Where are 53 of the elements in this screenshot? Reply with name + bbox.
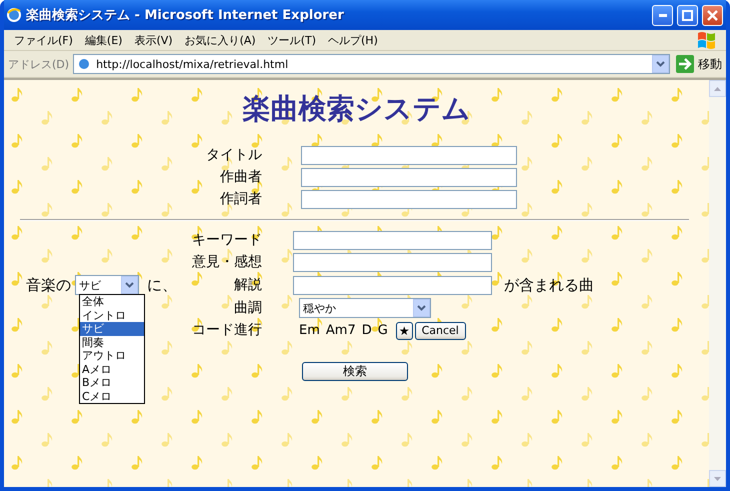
maximize-button[interactable]	[677, 4, 698, 26]
close-icon	[707, 10, 718, 20]
field-label: タイトル	[205, 146, 262, 165]
browser-icon	[6, 7, 22, 23]
cancel-button[interactable]: Cancel	[414, 322, 466, 340]
menu-item[interactable]: ファイル(F)	[8, 32, 79, 48]
dropdown-button[interactable]	[652, 55, 669, 73]
windows-logo-icon	[696, 30, 718, 50]
chord-name: Am7	[326, 323, 356, 338]
chord-name: D	[362, 323, 372, 338]
part-suffix: に、	[147, 276, 177, 294]
scroll-up-button[interactable]	[709, 80, 726, 97]
part-select[interactable]: サビ	[75, 275, 139, 295]
field-label: 意見・感想	[191, 253, 262, 272]
minimize-button[interactable]	[652, 4, 673, 26]
contains-text: が含まれる曲	[504, 276, 595, 294]
chord-name: G	[378, 323, 388, 338]
text-field[interactable]	[301, 190, 517, 209]
field-label: 解説	[233, 276, 262, 294]
field-label: コード進行	[191, 321, 262, 340]
menu-item[interactable]: ツール(T)	[262, 32, 322, 48]
page-heading: 楽曲検索システム	[242, 91, 472, 127]
menu-item[interactable]: お気に入り(A)	[178, 32, 262, 48]
minimize-icon	[658, 14, 666, 16]
menu-item[interactable]: ヘルプ(H)	[322, 32, 384, 48]
close-button[interactable]	[702, 4, 723, 26]
field-label: 曲調	[233, 298, 262, 318]
scroll-down-button[interactable]	[709, 470, 726, 487]
scrollbar[interactable]	[709, 80, 726, 487]
field-label: 作詞者	[219, 190, 262, 209]
go-button[interactable]: 移動	[674, 55, 724, 73]
address-field[interactable]: http://localhost/mixa/retrieval.html	[73, 54, 670, 74]
chord-name: Em	[299, 323, 320, 338]
text-field[interactable]	[293, 276, 492, 294]
dropdown-option[interactable]: 間奏	[80, 336, 144, 349]
field-label: 作曲者	[219, 168, 262, 187]
text-field[interactable]	[293, 231, 492, 250]
down-arrow-icon	[714, 476, 721, 480]
search-button[interactable]: 検索	[302, 362, 408, 381]
text-field[interactable]	[301, 146, 517, 165]
maximize-icon	[682, 10, 693, 20]
menu-item[interactable]: 表示(V)	[128, 32, 179, 48]
part-prefix: 音楽の	[26, 276, 71, 294]
window-title: 楽曲検索システム - Microsoft Internet Explorer	[26, 6, 345, 24]
text-field[interactable]	[301, 168, 517, 187]
mood-select[interactable]: 穏やか	[299, 298, 431, 318]
up-arrow-icon	[714, 86, 721, 90]
star-button[interactable]: ★	[396, 322, 413, 340]
dropdown-option[interactable]: サビ	[80, 322, 144, 336]
menu-item[interactable]: 編集(E)	[78, 32, 128, 48]
text-field[interactable]	[293, 253, 492, 272]
address-label: アドレス(D)	[8, 56, 70, 72]
arrow-icon	[676, 55, 694, 73]
